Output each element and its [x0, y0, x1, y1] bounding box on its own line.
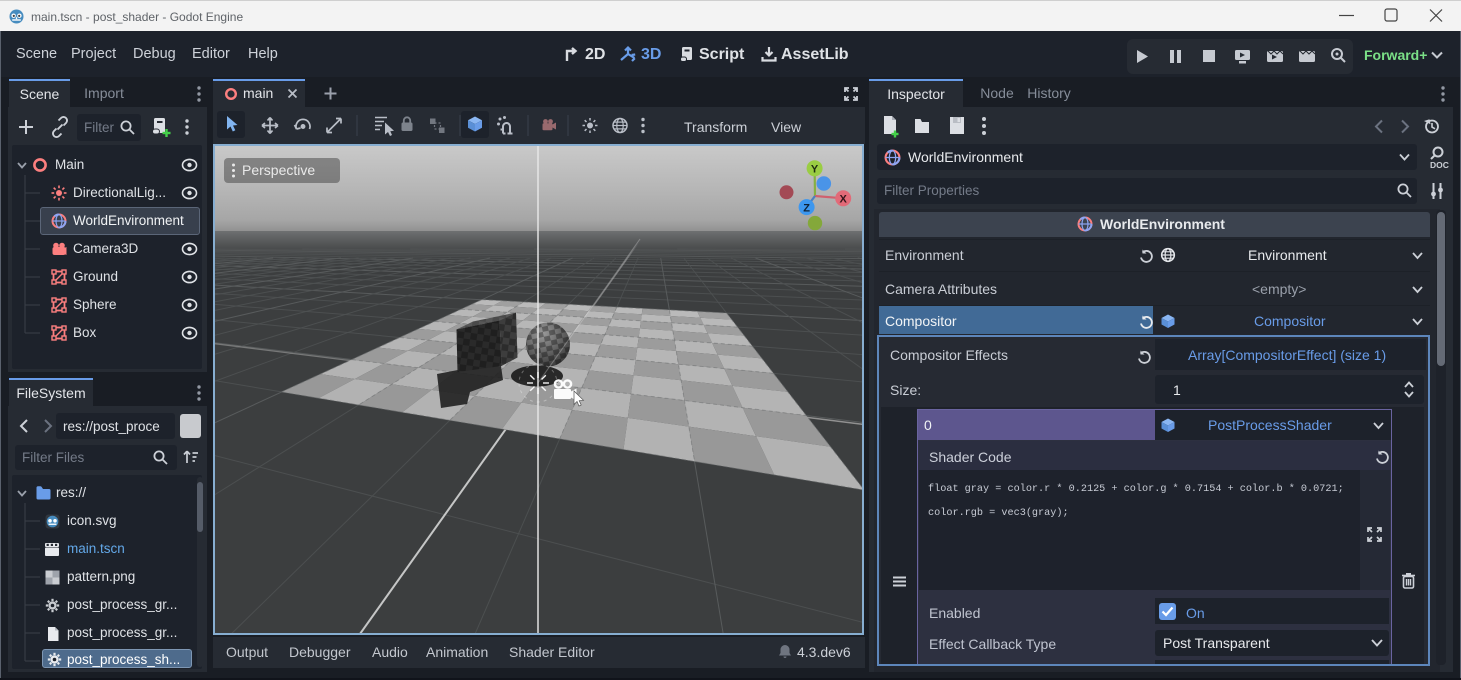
- svg-text:DOC: DOC: [1430, 160, 1449, 170]
- svg-text:Z: Z: [803, 202, 810, 214]
- svg-text:X: X: [840, 194, 848, 206]
- svg-text:Y: Y: [811, 164, 819, 176]
